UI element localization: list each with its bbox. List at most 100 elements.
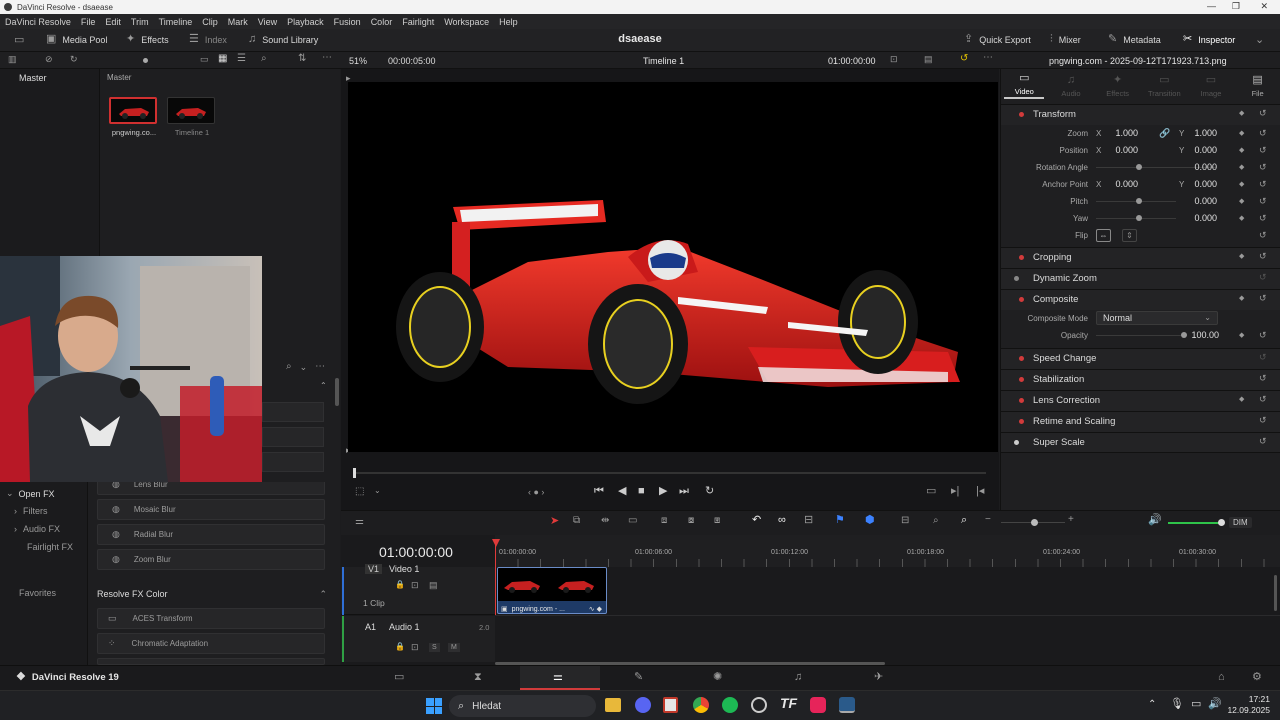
mute-button[interactable]: M <box>448 643 460 652</box>
slider-knob[interactable] <box>1031 519 1038 526</box>
overlay-icon[interactable]: ▤ <box>924 55 933 64</box>
audio-track-name[interactable]: Audio 1 <box>389 622 420 632</box>
cropping-enable-icon[interactable] <box>1019 255 1024 261</box>
tab-transition[interactable]: ▭ Transition <box>1144 74 1184 98</box>
next-edit-icon[interactable]: ▸| <box>951 486 959 497</box>
menu-color[interactable]: Color <box>366 17 398 27</box>
reset-icon[interactable]: ↺ <box>1259 109 1267 118</box>
flip-vertical-icon[interactable]: ⇕ <box>1122 228 1137 242</box>
opacity-field[interactable]: 100.00 <box>1187 330 1219 340</box>
menu-view[interactable]: View <box>253 17 282 27</box>
fx-slot[interactable] <box>262 452 324 472</box>
trim-tool-icon[interactable]: ⧉ <box>573 516 580 526</box>
app-icon-tf[interactable]: TF <box>780 695 797 711</box>
fx-chromatic-adaptation[interactable]: ⁘ Chromatic Adaptation <box>97 633 325 654</box>
super-scale-section-header[interactable]: Super Scale ↺ <box>1001 432 1280 453</box>
fx-slot[interactable] <box>262 427 324 447</box>
crop-dropdown-icon[interactable]: ⌄ <box>374 487 381 495</box>
jog-icon[interactable]: ‹ ● › <box>528 488 544 497</box>
timeline-clip[interactable]: ▣ pngwing.com - ... ∿ ◆ <box>497 567 607 614</box>
fx-radial-blur[interactable]: ◍ Radial Blur <box>97 524 325 545</box>
insert-clip-icon[interactable]: ⧈ <box>661 516 667 526</box>
reset-icon[interactable]: ↺ <box>1259 330 1267 340</box>
rotation-field[interactable]: 0.000 <box>1187 162 1217 172</box>
blade-tool-icon[interactable]: ▭ <box>628 516 637 526</box>
search-icon[interactable]: ⌕ <box>261 54 267 64</box>
monitor-icon[interactable]: ▭ <box>14 35 24 46</box>
go-to-start-icon[interactable]: ⏮ <box>594 486 604 497</box>
bin-master[interactable]: Master <box>19 73 99 83</box>
fx-next-item[interactable] <box>97 658 325 665</box>
timeline-zoom-slider[interactable] <box>1001 519 1065 526</box>
fx-aces-transform[interactable]: ▭ ACES Transform <box>97 608 325 629</box>
tree-favorites[interactable]: Favorites <box>19 588 56 598</box>
tree-fairlight-fx[interactable]: Fairlight FX <box>27 542 73 552</box>
bypass-icon[interactable]: ↺ <box>960 54 968 64</box>
selection-tool-icon[interactable]: ➤ <box>550 516 559 527</box>
more-options-icon[interactable]: ⋯ <box>322 53 332 63</box>
collapse-icon[interactable]: ⌃ <box>320 381 327 390</box>
menu-timeline[interactable]: Timeline <box>154 17 198 27</box>
list-view-icon[interactable]: ☰ <box>237 54 246 64</box>
spotify-icon[interactable] <box>722 697 738 713</box>
go-to-end-icon[interactable]: ⏭ <box>679 486 689 497</box>
fx-zoom-blur[interactable]: ◍ Zoom Blur <box>97 549 325 570</box>
tray-chevron-icon[interactable]: ⌃ <box>1148 700 1156 710</box>
volume-slider[interactable] <box>1168 519 1225 526</box>
yaw-field[interactable]: 0.000 <box>1187 213 1217 223</box>
keyframe-icon[interactable]: ◆ <box>1239 295 1244 302</box>
reset-icon[interactable]: ↺ <box>1259 294 1267 303</box>
effects-more-icon[interactable]: ⋯ <box>315 362 325 372</box>
speaker-icon[interactable]: 🔊 <box>1208 699 1222 710</box>
composite-section-header[interactable]: Composite ◆ ↺ <box>1001 289 1280 310</box>
slider-knob[interactable] <box>1136 163 1142 170</box>
tree-filters[interactable]: › Filters <box>14 506 48 516</box>
viewer-scrubber[interactable] <box>353 468 986 478</box>
keyframe-icon[interactable]: ◆ <box>1239 253 1244 260</box>
discord-icon[interactable] <box>635 697 651 713</box>
keyframe-icon[interactable]: ◆ <box>1239 164 1244 171</box>
speed-change-section-header[interactable]: Speed Change ↺ <box>1001 348 1280 369</box>
zoom-in-icon[interactable]: + <box>1068 515 1074 525</box>
microphone-icon[interactable]: 🎙 <box>1170 699 1184 710</box>
speed-change-enable-icon[interactable] <box>1019 356 1024 362</box>
overwrite-clip-icon[interactable]: ⧇ <box>688 516 694 526</box>
play-icon[interactable]: ▶ <box>659 486 667 497</box>
menu-trim[interactable]: Trim <box>126 17 154 27</box>
reset-icon[interactable]: ↺ <box>1259 128 1267 138</box>
timeline-vertical-scrollbar[interactable] <box>1274 575 1277 611</box>
reset-icon[interactable]: ↺ <box>1259 437 1267 446</box>
viewer-more-icon[interactable]: ⋯ <box>983 53 993 63</box>
reset-icon[interactable]: ↺ <box>1259 145 1267 155</box>
menu-fusion[interactable]: Fusion <box>329 17 366 27</box>
flip-horizontal-icon[interactable]: ⇔ <box>1096 228 1111 242</box>
media-item-timeline[interactable]: Timeline 1 <box>167 97 217 137</box>
reset-icon[interactable]: ↺ <box>1259 252 1267 261</box>
keyframe-icon[interactable]: ◆ <box>1239 110 1244 117</box>
windows-start-icon[interactable] <box>426 698 442 714</box>
effects-button[interactable]: ✦ Effects <box>126 34 169 45</box>
zoom-out-icon[interactable]: − <box>985 515 991 525</box>
scrubber-playhead[interactable] <box>353 468 356 478</box>
media-pool-button[interactable]: ▣ Media Pool <box>46 34 107 45</box>
super-scale-enable-icon[interactable] <box>1014 439 1019 445</box>
index-button[interactable]: ☰ Index <box>189 34 227 45</box>
tree-open-fx[interactable]: ⌄ Open FX <box>6 488 55 499</box>
menu-davinci[interactable]: DaVinci Resolve <box>0 17 76 27</box>
viewer-zoom[interactable]: 51% <box>349 56 367 66</box>
steam-icon[interactable] <box>751 697 767 713</box>
menu-clip[interactable]: Clip <box>197 17 223 27</box>
inspector-button[interactable]: ✂ Inspector <box>1183 34 1235 45</box>
solo-button[interactable]: S <box>429 643 440 652</box>
grid-view-icon[interactable]: ▦ <box>218 54 227 64</box>
cropping-section-header[interactable]: Cropping ◆ ↺ <box>1001 247 1280 268</box>
keyframe-icon[interactable]: ◆ <box>1239 396 1244 403</box>
retime-scaling-section-header[interactable]: Retime and Scaling ↺ <box>1001 411 1280 432</box>
thumb-size-slider[interactable] <box>143 58 148 63</box>
network-icon[interactable]: ▭ <box>1191 699 1201 710</box>
chrome-icon[interactable] <box>693 697 709 713</box>
lens-correction-section-header[interactable]: Lens Correction ◆ ↺ <box>1001 390 1280 411</box>
replace-clip-icon[interactable]: ⧆ <box>714 516 720 526</box>
menu-playback[interactable]: Playback <box>282 17 329 27</box>
menu-workspace[interactable]: Workspace <box>439 17 494 27</box>
